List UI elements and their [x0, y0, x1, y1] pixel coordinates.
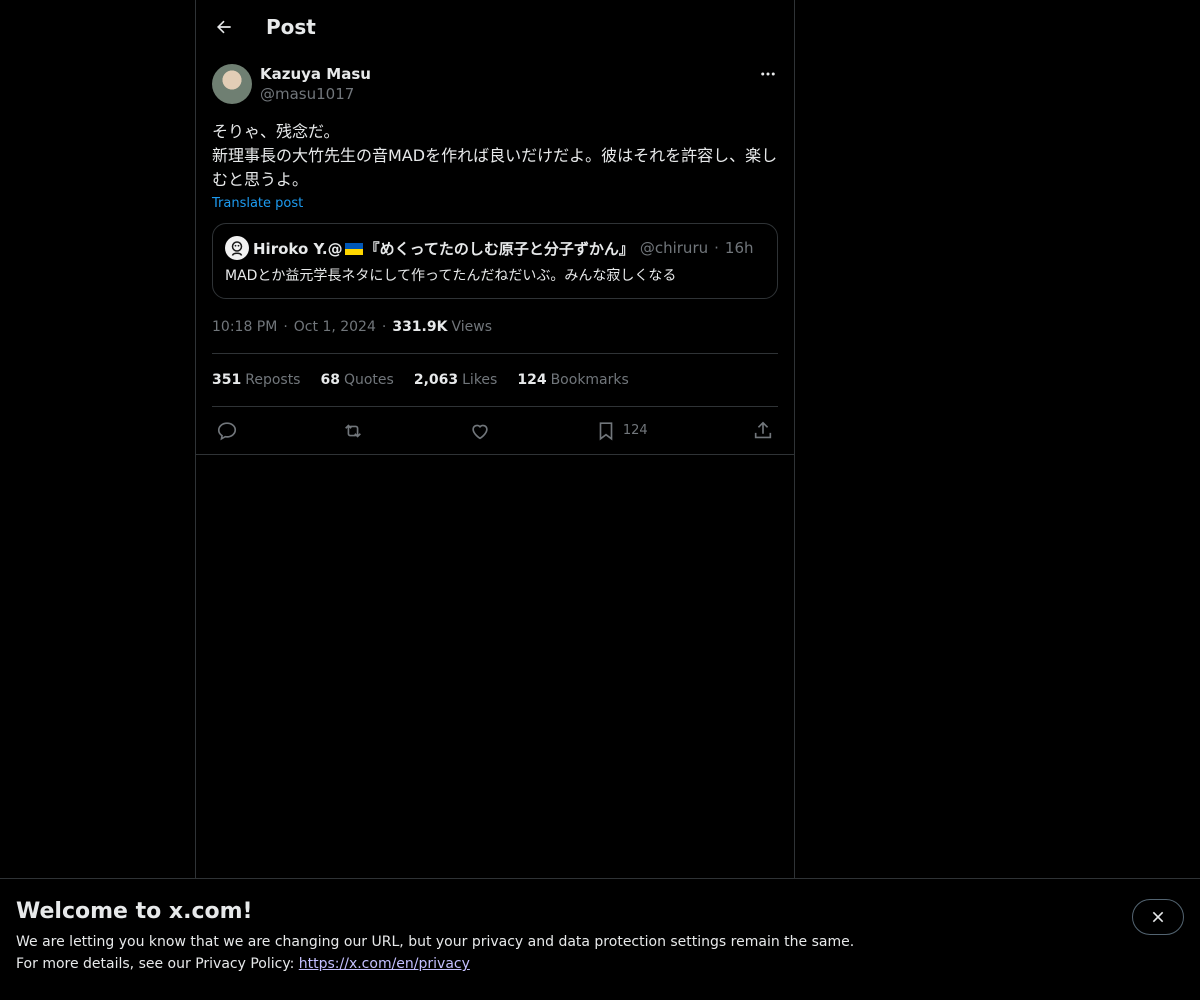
more-icon [759, 65, 777, 83]
like-button[interactable] [469, 420, 491, 442]
reply-button[interactable] [216, 420, 238, 442]
reposts-stat[interactable]: 351 Reposts [212, 372, 300, 388]
welcome-banner: Welcome to x.com! We are letting you kno… [0, 878, 1200, 1000]
views-label: Views [451, 319, 492, 335]
heart-icon [469, 420, 491, 442]
share-icon [752, 420, 774, 442]
bookmarks-stat[interactable]: 124 Bookmarks [517, 372, 628, 388]
author-row: Kazuya Masu @masu1017 [212, 64, 778, 104]
author-info: Kazuya Masu @masu1017 [260, 64, 371, 104]
banner-privacy-prefix: For more details, see our Privacy Policy… [16, 956, 299, 972]
author-name[interactable]: Kazuya Masu [260, 64, 371, 84]
repost-icon [342, 420, 364, 442]
post: Kazuya Masu @masu1017 そりゃ、残念だ。 新理事長の大竹先生… [196, 54, 794, 455]
quote-header: Hiroko Y.@ 『めくってたのしむ原子と分子ずかん』 @chiruru · … [225, 236, 765, 260]
close-icon [1150, 909, 1166, 925]
reposts-count: 351 [212, 372, 242, 388]
share-button[interactable] [752, 420, 774, 442]
quote-author-name-part2: 『めくってたのしむ原子と分子ずかん』 [364, 239, 634, 258]
likes-count: 2,063 [413, 372, 459, 388]
quoted-post[interactable]: Hiroko Y.@ 『めくってたのしむ原子と分子ずかん』 @chiruru · … [212, 223, 778, 299]
quote-author-name-part1: Hiroko Y.@ [253, 239, 343, 258]
quote-author-name: Hiroko Y.@ 『めくってたのしむ原子と分子ずかん』 [253, 238, 634, 259]
page-header: Post [196, 0, 794, 54]
quote-time: 16h [724, 239, 754, 257]
post-date[interactable]: Oct 1, 2024 [294, 319, 376, 335]
likes-label: Likes [462, 372, 498, 388]
bookmark-button[interactable]: 124 [595, 420, 648, 442]
post-text: そりゃ、残念だ。 新理事長の大竹先生の音MADを作れば良いだけだよ。彼はそれを許… [212, 122, 778, 189]
views-count: 331.9K [392, 319, 448, 335]
ukraine-flag-icon [344, 242, 363, 255]
divider [196, 454, 794, 455]
quotes-count: 68 [320, 372, 340, 388]
avatar[interactable] [212, 64, 252, 104]
banner-message: We are letting you know that we are chan… [16, 934, 855, 950]
arrow-left-icon [214, 17, 234, 37]
action-bar: 124 [212, 407, 778, 454]
back-button[interactable] [212, 15, 236, 39]
post-time[interactable]: 10:18 PM [212, 319, 277, 335]
quote-separator: · [714, 239, 719, 257]
reply-icon [216, 420, 238, 442]
quote-avatar [225, 236, 249, 260]
meta-separator: · [283, 319, 288, 335]
privacy-policy-link[interactable]: https://x.com/en/privacy [299, 956, 470, 972]
quote-author-handle: @chiruru [639, 239, 709, 257]
engagement-stats: 351 Reposts 68 Quotes 2,063 Likes 124 Bookma… [212, 354, 778, 406]
author-handle[interactable]: @masu1017 [260, 84, 371, 104]
more-options-button[interactable] [758, 64, 778, 84]
repost-button[interactable] [342, 420, 364, 442]
quote-text: MADとか益元学長ネタにして作ってたんだねだいぶ。みんな寂しくなる [225, 268, 677, 284]
bookmark-count: 124 [622, 423, 648, 438]
meta-separator: · [381, 319, 387, 335]
post-meta: 10:18 PM · Oct 1, 2024 · 331.9K Views [212, 317, 778, 337]
reposts-label: Reposts [245, 372, 301, 388]
likes-stat[interactable]: 2,063 Likes [414, 372, 498, 388]
bookmarks-count: 124 [517, 372, 547, 388]
bookmark-icon [595, 420, 617, 442]
main-column: Post Kazuya Masu @masu1017 そりゃ、残念だ。 新理事長… [195, 0, 795, 880]
close-banner-button[interactable] [1132, 899, 1184, 935]
translate-post-link[interactable]: Translate post [212, 196, 303, 211]
bookmarks-label: Bookmarks [550, 372, 629, 388]
quotes-stat[interactable]: 68 Quotes [320, 372, 393, 388]
banner-privacy-line: For more details, see our Privacy Policy… [16, 956, 1184, 972]
quotes-label: Quotes [343, 372, 394, 388]
page-title: Post [266, 15, 316, 39]
banner-title: Welcome to x.com! [16, 899, 253, 924]
